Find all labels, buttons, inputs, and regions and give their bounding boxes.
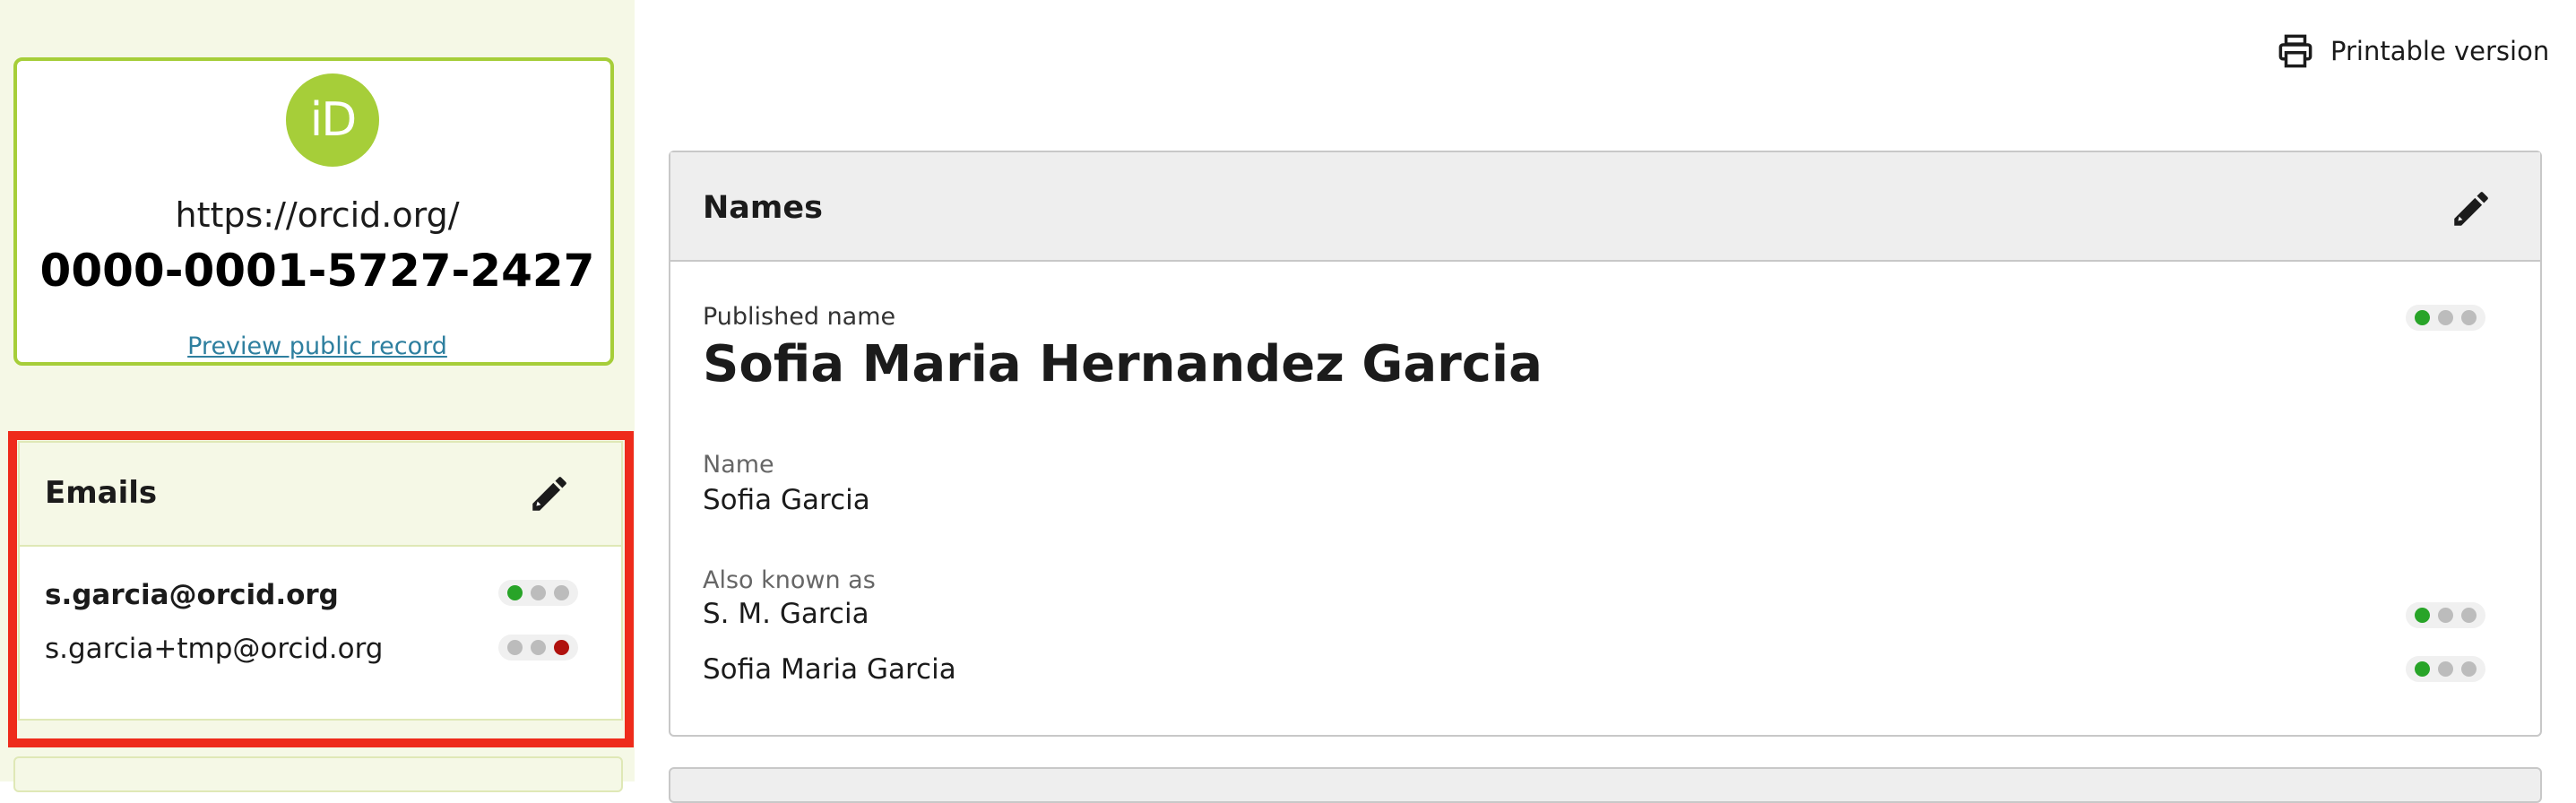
emails-list: s.garcia@orcid.org s.garcia+tmp@orcid.or… (20, 547, 621, 719)
printable-version-button[interactable]: Printable version (2277, 32, 2549, 70)
visibility-selector[interactable] (498, 635, 578, 661)
visibility-only-me-dot (2461, 310, 2477, 325)
printer-icon (2278, 34, 2312, 68)
visibility-only-me-dot (2461, 661, 2477, 677)
visibility-only-me-dot (554, 640, 569, 655)
visibility-selector[interactable] (2406, 305, 2485, 331)
name-label: Name (703, 451, 774, 479)
emails-title: Emails (45, 475, 158, 511)
orcid-id: 0000-0001-5727-2427 (39, 245, 595, 297)
next-sidebar-panel (13, 756, 623, 792)
orcid-logo-icon: iD (286, 73, 379, 167)
preview-public-record-link[interactable]: Preview public record (17, 332, 618, 360)
visibility-trusted-dot (2438, 608, 2453, 623)
emails-panel-header: Emails (20, 443, 621, 547)
printable-version-label: Printable version (2330, 36, 2550, 66)
names-panel-header: Names (670, 152, 2540, 262)
visibility-selector[interactable] (498, 580, 578, 606)
also-known-as-item: S. M. Garcia (703, 598, 869, 630)
names-title: Names (703, 190, 823, 226)
orcid-url-prefix: https://orcid.org/ (175, 195, 460, 235)
published-name-label: Published name (703, 303, 896, 331)
visibility-everyone-dot (507, 585, 523, 600)
visibility-selector[interactable] (2406, 656, 2485, 682)
pencil-icon[interactable] (527, 471, 572, 516)
visibility-only-me-dot (554, 585, 569, 600)
names-panel: Names Published name Sofia Maria Hernand… (669, 151, 2542, 737)
also-known-as-label: Also known as (703, 566, 876, 594)
published-name: Sofia Maria Hernandez Garcia (703, 335, 1543, 393)
next-main-panel (669, 767, 2542, 803)
visibility-everyone-dot (507, 640, 523, 655)
visibility-trusted-dot (531, 640, 546, 655)
visibility-everyone-dot (2415, 661, 2430, 677)
visibility-only-me-dot (2461, 608, 2477, 623)
also-known-as-item: Sofia Maria Garcia (703, 653, 956, 686)
visibility-trusted-dot (531, 585, 546, 600)
orcid-id-card: iD https://orcid.org/ 0000-0001-5727-242… (13, 57, 614, 366)
visibility-selector[interactable] (2406, 602, 2485, 628)
visibility-everyone-dot (2415, 310, 2430, 325)
sidebar: iD https://orcid.org/ 0000-0001-5727-242… (0, 0, 635, 792)
name-value: Sofia Garcia (703, 484, 870, 516)
pencil-icon[interactable] (2449, 186, 2494, 231)
emails-panel: Emails s.garcia@orcid.org s.garcia+tmp@o… (18, 441, 623, 721)
visibility-trusted-dot (2438, 310, 2453, 325)
visibility-everyone-dot (2415, 608, 2430, 623)
visibility-trusted-dot (2438, 661, 2453, 677)
